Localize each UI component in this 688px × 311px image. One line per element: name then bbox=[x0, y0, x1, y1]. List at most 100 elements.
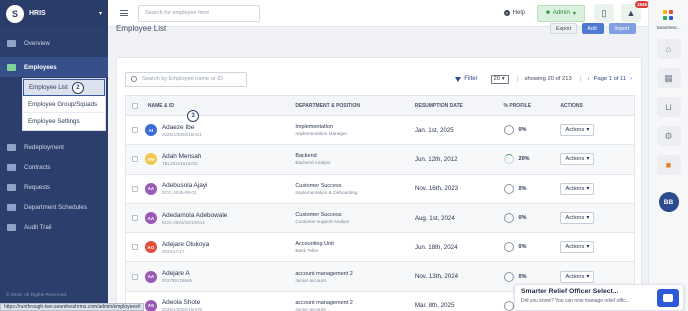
row-checkbox[interactable] bbox=[132, 244, 139, 251]
row-checkbox[interactable] bbox=[132, 185, 139, 192]
filter-icon bbox=[455, 76, 462, 82]
chevron-down-icon: ▾ bbox=[586, 185, 590, 192]
row-checkbox[interactable] bbox=[132, 127, 139, 134]
row-checkbox[interactable] bbox=[132, 273, 139, 280]
actions-label: Actions bbox=[565, 244, 585, 251]
requests-icon bbox=[7, 183, 16, 191]
employee-name[interactable]: Adeola Shote bbox=[162, 299, 202, 306]
row-actions-button[interactable]: Actions ▾ bbox=[560, 124, 595, 137]
table-row[interactable]: AM Adah Mensah TBL20201615232 Backend Ba… bbox=[125, 145, 635, 175]
avatar: AA bbox=[144, 212, 157, 225]
employee-search-input[interactable]: Search for employee here bbox=[138, 4, 260, 22]
table-body: AI Adaeze Ibe 2025/1/3002/15/441 Impleme… bbox=[125, 116, 635, 311]
role-switcher-button[interactable]: ■ Admin ▾ bbox=[537, 4, 585, 22]
step-annotation-2: 2 bbox=[71, 81, 84, 94]
resumption-date: Nov. 13th, 2024 bbox=[414, 273, 459, 281]
row-actions-button[interactable]: Actions ▾ bbox=[560, 153, 595, 166]
submenu-item-employee-list[interactable]: Employee List 2 bbox=[23, 79, 105, 96]
position: Junior account bbox=[295, 306, 326, 311]
employee-name[interactable]: Adejare A bbox=[162, 270, 192, 277]
table-row[interactable]: AA Adebusola Ajayi DOC-2025-09-01 Custom… bbox=[125, 174, 635, 204]
sidebar-item-department-schedules[interactable]: Department Schedules bbox=[0, 197, 108, 217]
sidebar-item-audit-trail[interactable]: Audit Trail bbox=[0, 217, 108, 237]
sidebar-item-requests[interactable]: Requests bbox=[0, 177, 108, 197]
submenu-item-label: Employee Settings bbox=[28, 118, 80, 125]
employee-id: 2024/17/17 bbox=[161, 248, 185, 254]
chevron-right-icon[interactable]: › bbox=[630, 76, 632, 82]
notifications-button[interactable]: ▲ 1646 bbox=[621, 1, 649, 22]
avatar: AA bbox=[144, 182, 157, 195]
home-icon[interactable]: ⌂ bbox=[656, 39, 681, 59]
profile-percent: 0% bbox=[518, 273, 527, 280]
chevron-down-icon: ▾ bbox=[586, 244, 590, 251]
help-link[interactable]: ? Help bbox=[503, 10, 525, 16]
chevron-left-icon[interactable]: ‹ bbox=[588, 76, 590, 82]
row-actions-button[interactable]: Actions ▾ bbox=[560, 270, 595, 283]
select-all-checkbox[interactable] bbox=[132, 102, 139, 109]
add-employee-button[interactable]: Add bbox=[582, 23, 605, 34]
row-actions-button[interactable]: Actions ▾ bbox=[560, 212, 595, 225]
page-actions: Export Add Import bbox=[550, 23, 637, 34]
row-actions-button[interactable]: Actions ▾ bbox=[560, 182, 595, 195]
column-header-profile: % PROFILE bbox=[503, 102, 532, 109]
actions-label: Actions bbox=[565, 273, 585, 280]
page-title: Employee List bbox=[116, 24, 167, 33]
employee-name[interactable]: Adaeze Ibe bbox=[162, 124, 202, 131]
audit-icon bbox=[7, 223, 16, 231]
per-page-select[interactable]: 20 ▾ bbox=[490, 74, 509, 84]
table-header: NAME & ID DEPARTMENT & POSITION RESUMPTI… bbox=[125, 95, 635, 116]
employee-name[interactable]: Adebusola Ajayi bbox=[162, 182, 207, 189]
rail-label: Seamless... bbox=[656, 25, 681, 30]
employee-name-search-input[interactable]: Search by Employee name or ID bbox=[125, 71, 247, 87]
announcement-toast[interactable]: Smarter Relief Officer Select... Did you… bbox=[514, 284, 684, 311]
employee-name[interactable]: Adejare Olukoya bbox=[162, 241, 209, 248]
sidebar-item-redeployment[interactable]: Redeployment bbox=[0, 137, 108, 157]
sidebar-item-overview[interactable]: Overview bbox=[0, 33, 108, 53]
employee-id: DOC-2025-09-01 bbox=[161, 190, 197, 196]
chevron-down-icon: ▾ bbox=[586, 215, 590, 222]
sidebar-item-employees[interactable]: Employees bbox=[0, 57, 108, 77]
gear-icon[interactable]: ⚙ bbox=[656, 126, 681, 146]
pagination: ‹ Page 1 of 11 › bbox=[579, 76, 632, 82]
apps-icon[interactable]: ■ bbox=[656, 155, 681, 175]
toast-title: Smarter Relief Officer Select... bbox=[521, 288, 619, 295]
cart-icon[interactable]: ⊔ bbox=[656, 97, 681, 117]
submenu-item-employee-groups[interactable]: Employee Group/Squads bbox=[23, 96, 105, 113]
table-row[interactable]: AO Adejare Olukoya 2024/17/17 Accounting… bbox=[125, 233, 635, 263]
row-actions-button[interactable]: Actions ▾ bbox=[560, 241, 595, 254]
employee-id: 003789126566 bbox=[161, 278, 192, 284]
chevron-down-icon: ▾ bbox=[572, 10, 576, 17]
employee-name[interactable]: Adah Mensah bbox=[162, 153, 201, 160]
row-checkbox[interactable] bbox=[132, 215, 139, 222]
column-header-resumption: RESUMPTION DATE bbox=[414, 102, 463, 109]
sidebar-item-label: Contracts bbox=[24, 163, 51, 171]
import-button[interactable]: Import bbox=[609, 23, 637, 34]
submenu-item-label: Employee List bbox=[29, 84, 68, 91]
hamburger-menu-icon[interactable] bbox=[120, 10, 128, 16]
grid-icon[interactable]: ▦ bbox=[656, 68, 681, 88]
app-brand[interactable]: S HRIS ▾ bbox=[0, 0, 108, 27]
filter-button[interactable]: Filter bbox=[455, 76, 478, 82]
department: Backend bbox=[295, 153, 317, 160]
chevron-down-icon: ▾ bbox=[586, 273, 590, 280]
notification-count-badge: 1646 bbox=[634, 1, 649, 8]
clipboard-button[interactable]: ▯ bbox=[594, 4, 614, 22]
user-icon: ■ bbox=[546, 10, 550, 16]
row-checkbox[interactable] bbox=[132, 156, 139, 163]
seamless-logo bbox=[661, 9, 677, 23]
sidebar-item-contracts[interactable]: Contracts bbox=[0, 157, 108, 177]
export-button[interactable]: Export bbox=[550, 23, 578, 34]
table-row[interactable]: AA Adedamola Adebowale DOC-2024/10/10/41… bbox=[125, 203, 635, 234]
sidebar-nav: Overview Employees Employee List 2 Emplo… bbox=[0, 27, 108, 237]
chat-icon[interactable] bbox=[657, 289, 679, 307]
submenu-item-employee-settings[interactable]: Employee Settings bbox=[23, 113, 105, 130]
user-avatar[interactable]: BB bbox=[658, 192, 679, 212]
app-title: HRIS bbox=[29, 10, 46, 17]
search-placeholder: Search by Employee name or ID bbox=[142, 76, 223, 82]
employee-name[interactable]: Adedamola Adebowale bbox=[162, 212, 227, 219]
chevron-down-icon: ▾ bbox=[586, 127, 590, 134]
copyright: © 2025. All Rights Reserved. bbox=[6, 293, 68, 298]
table-row[interactable]: AI Adaeze Ibe 2025/1/3002/15/441 Impleme… bbox=[125, 116, 635, 146]
profile-progress-ring bbox=[503, 183, 514, 194]
sidebar-item-label: Redeployment bbox=[24, 143, 64, 151]
